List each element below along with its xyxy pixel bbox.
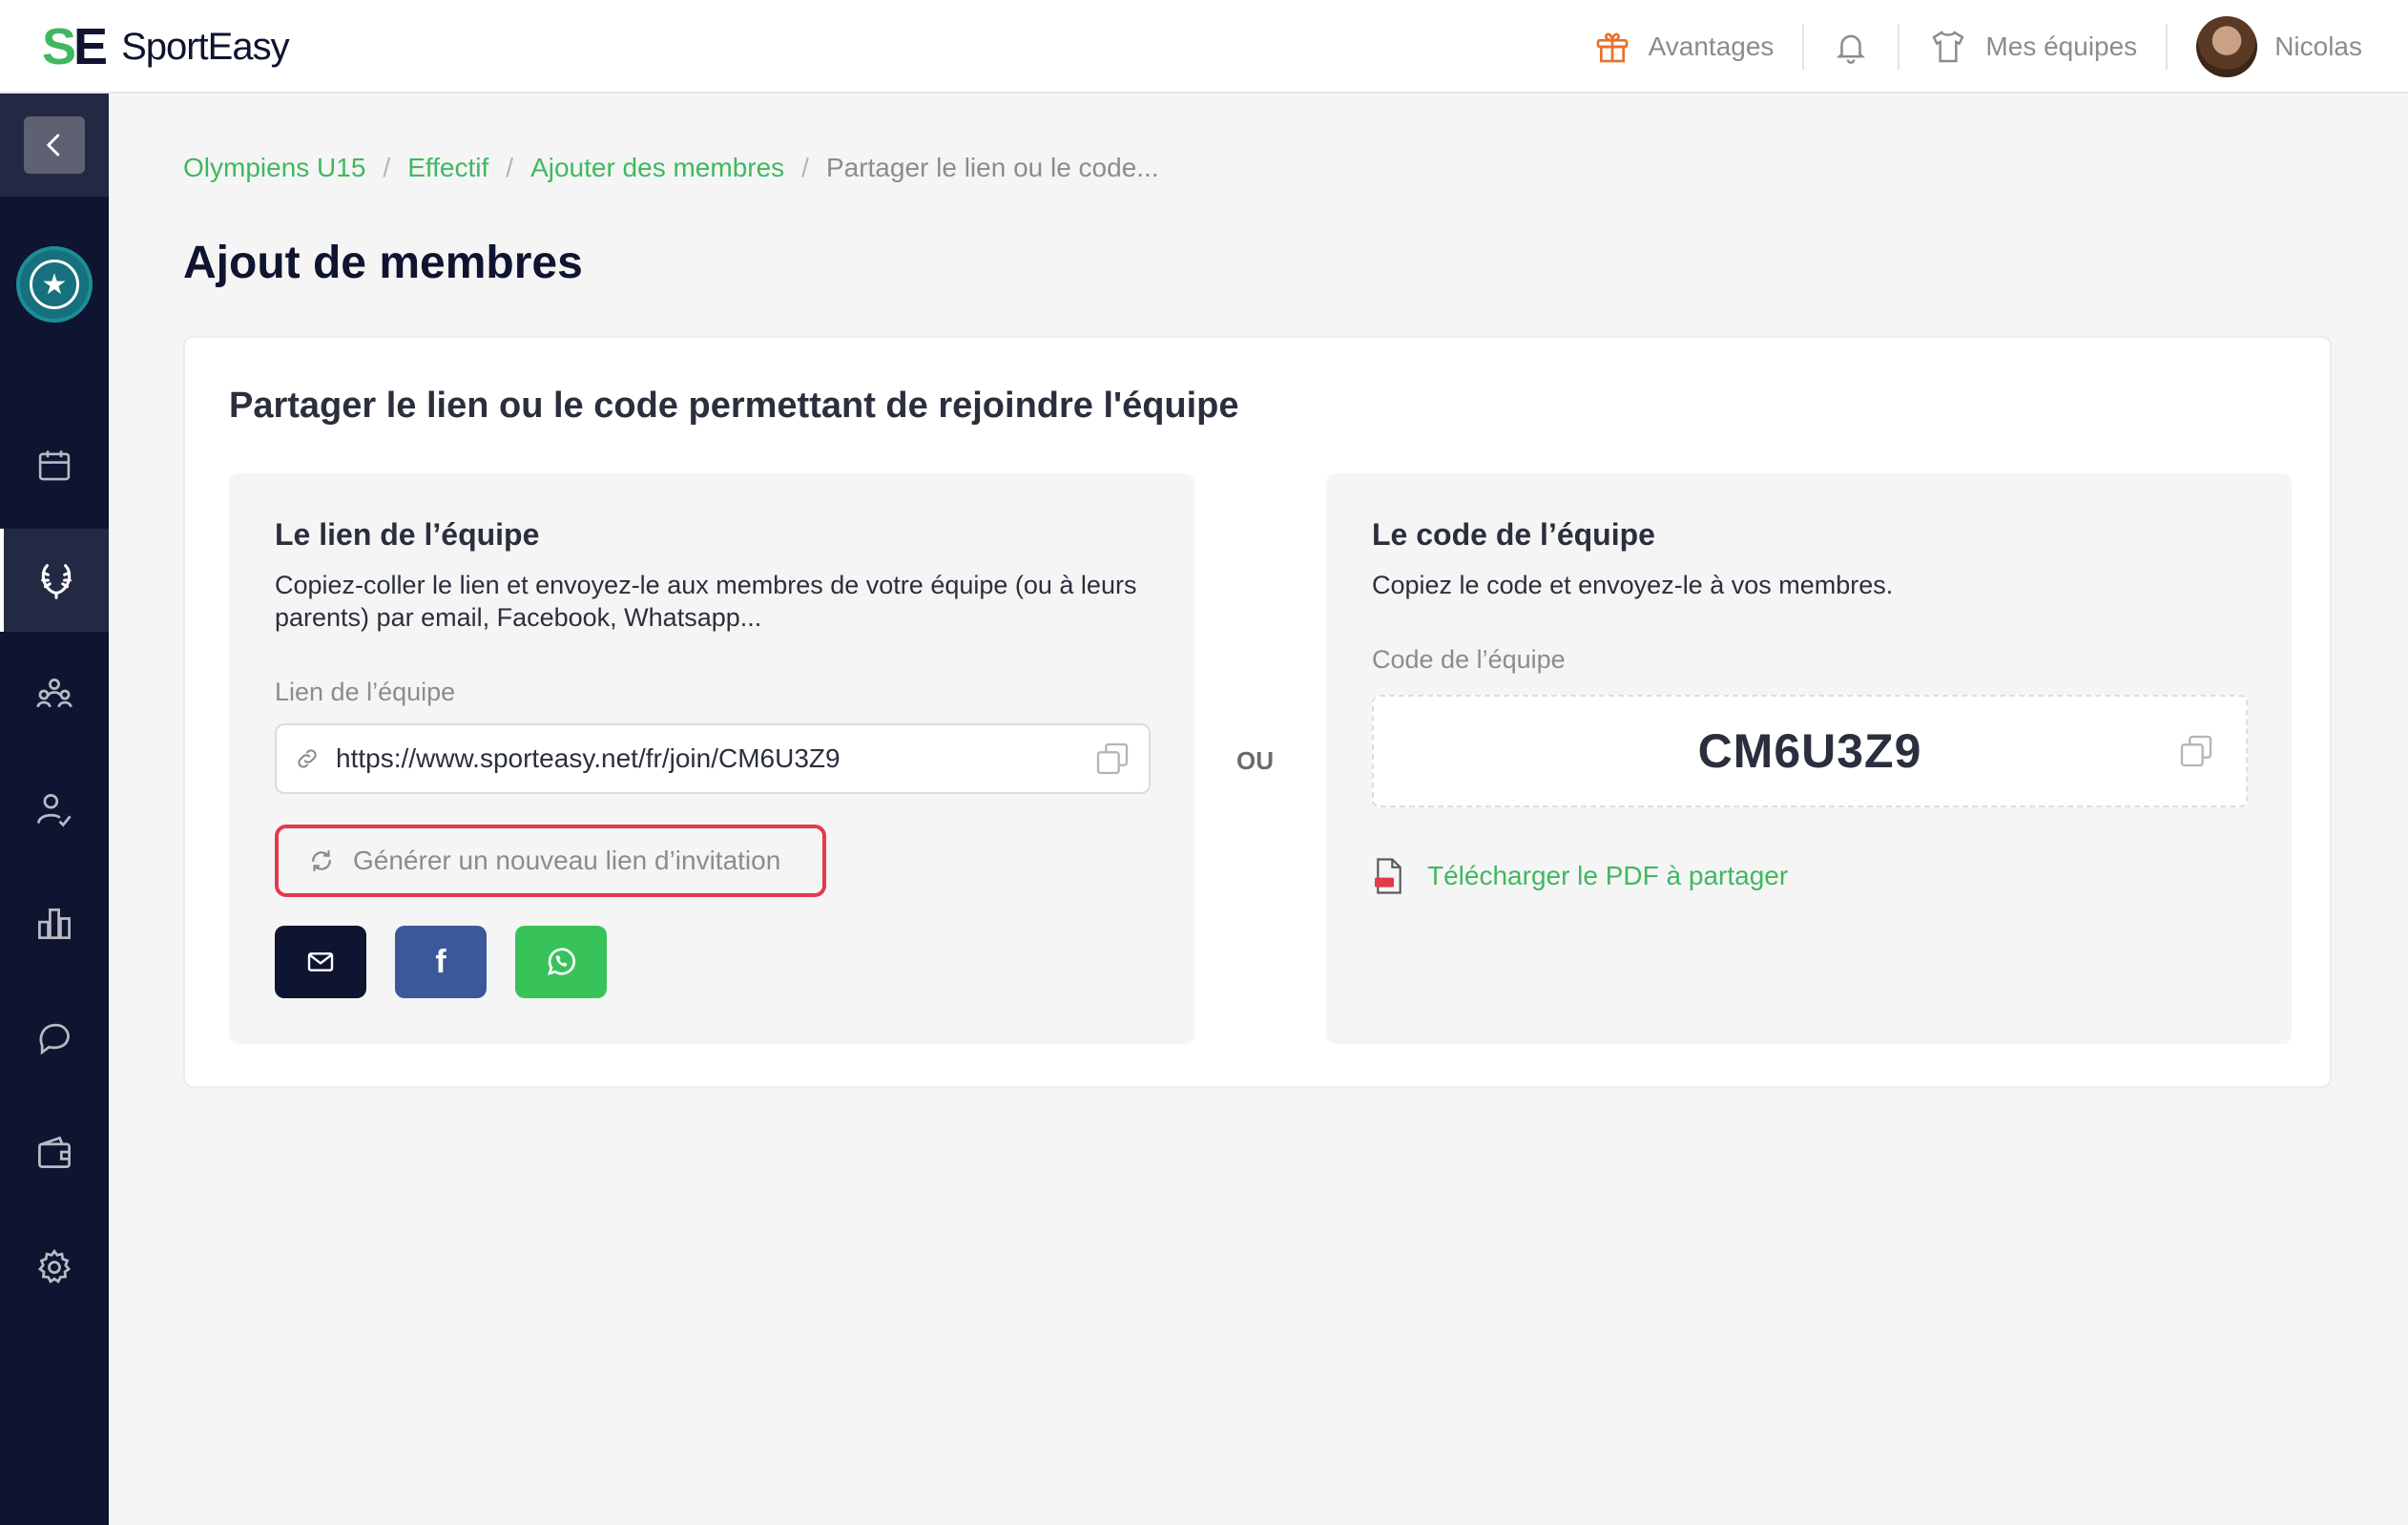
chevron-left-icon: [47, 134, 60, 157]
team-link-value: https://www.sporteasy.net/fr/join/CM6U3Z…: [336, 743, 841, 773]
logo-mark-s: S: [42, 18, 76, 75]
breadcrumb-separator: /: [506, 153, 514, 182]
notifications-button[interactable]: [1833, 0, 1869, 94]
or-separator: OU: [1236, 746, 1274, 775]
link-panel-heading: Le lien de l’équipe: [275, 517, 540, 552]
code-panel-description: Copiez le code et envoyez-le à vos membr…: [1372, 571, 1894, 599]
sidebar-item-stats[interactable]: [0, 872, 109, 975]
link-panel-description: Copiez-coller le lien et envoyez-le aux …: [275, 571, 1137, 632]
my-teams-link[interactable]: Mes équipes: [1928, 0, 2137, 94]
bell-icon: [1837, 34, 1866, 64]
copy-icon[interactable]: [1093, 740, 1131, 778]
sidebar-item-attendance[interactable]: [0, 758, 109, 861]
group-icon: [36, 679, 73, 708]
advantages-link[interactable]: Avantages: [1593, 0, 1775, 94]
team-code-box[interactable]: CM6U3Z9: [1372, 695, 2248, 807]
calendar-icon: [38, 450, 71, 481]
whatsapp-icon: [547, 948, 575, 976]
sidebar-item-messages[interactable]: [0, 987, 109, 1090]
generate-new-link-button[interactable]: Générer un nouveau lien d’invitation: [275, 825, 826, 897]
stats-icon: [38, 908, 71, 940]
user-menu[interactable]: Nicolas: [2196, 0, 2362, 94]
copy-icon[interactable]: [2177, 732, 2215, 770]
breadcrumb-separator: /: [801, 153, 809, 182]
divider: [1802, 24, 1805, 70]
logo-mark-e: E: [73, 18, 109, 75]
pdf-file-icon: [1375, 858, 1401, 894]
sidebar: ★: [0, 94, 109, 1525]
user-check-icon: [37, 793, 72, 827]
share-whatsapp-button[interactable]: [515, 926, 607, 998]
download-pdf-label: Télécharger le PDF à partager: [1427, 861, 1789, 890]
sidebar-item-wallet[interactable]: [0, 1101, 109, 1204]
generate-new-link-label: Générer un nouveau lien d’invitation: [353, 846, 781, 875]
team-code-value: CM6U3Z9: [1697, 724, 1922, 778]
download-pdf-link[interactable]: Télécharger le PDF à partager: [1372, 857, 1788, 895]
breadcrumb-team[interactable]: Olympiens U15: [183, 153, 365, 183]
refresh-icon: [312, 849, 331, 872]
sidebar-item-settings[interactable]: [0, 1216, 109, 1319]
breadcrumb-current: Partager le lien ou le code...: [825, 153, 1159, 182]
sidebar-item-team[interactable]: [0, 529, 109, 632]
team-logo[interactable]: ★: [16, 246, 93, 323]
card-title: Partager le lien ou le code permettant d…: [229, 386, 1239, 426]
share-facebook-button[interactable]: f: [395, 926, 487, 998]
link-icon: [298, 749, 317, 768]
laurel-icon: [41, 564, 72, 599]
advantages-label: Avantages: [1648, 31, 1775, 61]
breadcrumb-roster[interactable]: Effectif: [407, 153, 488, 183]
breadcrumb-add-members[interactable]: Ajouter des membres: [530, 153, 784, 183]
my-teams-label: Mes équipes: [1985, 31, 2138, 61]
team-code-panel: Le code de l’équipe Copiez le code et en…: [1326, 473, 2292, 1044]
code-field-label: Code de l’équipe: [1372, 645, 1566, 674]
divider: [2166, 24, 2169, 70]
sidebar-header: [0, 94, 109, 197]
gear-icon: [37, 1248, 72, 1284]
star-icon: ★: [30, 260, 79, 309]
back-button[interactable]: [24, 116, 85, 174]
sidebar-item-members[interactable]: [0, 643, 109, 746]
facebook-icon: f: [435, 943, 446, 980]
team-link-panel: Le lien de l’équipe Copiez-coller le lie…: [229, 473, 1194, 1044]
sporteasy-logo[interactable]: S E SportEasy: [42, 21, 290, 73]
breadcrumb: Olympiens U15 / Effectif / Ajouter des m…: [183, 153, 1159, 183]
page-title: Ajout de membres: [183, 238, 583, 288]
breadcrumb-separator: /: [383, 153, 391, 182]
mail-icon: [307, 952, 334, 971]
team-link-field[interactable]: https://www.sporteasy.net/fr/join/CM6U3Z…: [275, 723, 1151, 794]
sidebar-item-calendar[interactable]: [0, 414, 109, 517]
top-bar: S E SportEasy Avantages Mes équipes Nico…: [0, 0, 2408, 94]
share-email-button[interactable]: [275, 926, 366, 998]
logo-text: SportEasy: [121, 25, 290, 68]
divider: [1898, 24, 1900, 70]
share-card: Partager le lien ou le code permettant d…: [183, 336, 2332, 1088]
wallet-icon: [38, 1136, 71, 1169]
chat-icon: [39, 1023, 70, 1055]
code-panel-heading: Le code de l’équipe: [1372, 517, 1655, 552]
gift-icon: [1596, 32, 1628, 63]
shirt-icon: [1932, 31, 1965, 63]
link-field-label: Lien de l’équipe: [275, 678, 456, 706]
avatar: [2196, 16, 2258, 77]
logo-mark: S E: [42, 21, 121, 73]
user-name: Nicolas: [2274, 31, 2362, 61]
